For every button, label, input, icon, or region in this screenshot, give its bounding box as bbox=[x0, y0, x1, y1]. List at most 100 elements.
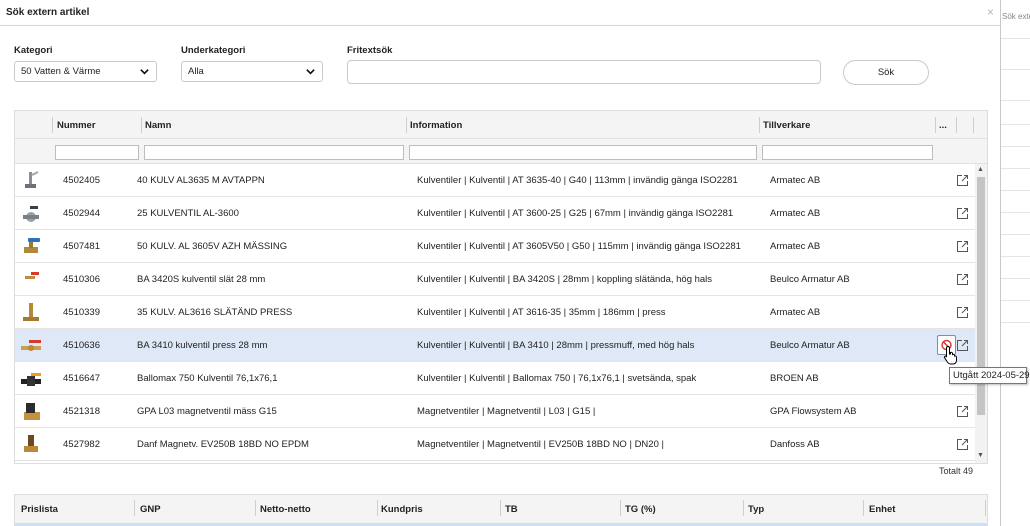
price-table: Prislista GNP Netto-netto Kundpris TB TG… bbox=[14, 494, 988, 526]
table-header: Nummer Namn Information Tillverkare ... bbox=[15, 111, 987, 139]
cell-namn: 50 KULV. AL 3605V AZH MÄSSING bbox=[137, 241, 288, 252]
cell-information: Kulventiler | Kulventil | Ballomax 750 |… bbox=[417, 373, 697, 384]
external-link-icon[interactable] bbox=[956, 174, 969, 187]
table-row[interactable]: 4521318 GPA L03 magnetventil mäss G15 Ma… bbox=[15, 395, 975, 428]
column-divider bbox=[743, 500, 744, 516]
column-divider bbox=[985, 500, 986, 516]
vertical-scrollbar[interactable]: ▲ ▼ bbox=[975, 164, 987, 463]
column-header-more[interactable]: ... bbox=[939, 120, 947, 131]
column-header-namn[interactable]: Namn bbox=[145, 120, 171, 131]
cell-nummer: 4510306 bbox=[63, 274, 100, 285]
column-header-nummer[interactable]: Nummer bbox=[57, 120, 96, 131]
chevron-down-icon bbox=[140, 69, 149, 75]
external-link-icon[interactable] bbox=[956, 240, 969, 253]
filter-nummer-input[interactable] bbox=[55, 145, 139, 160]
column-divider bbox=[52, 117, 53, 133]
cell-information: Kulventiler | Kulventil | AT 3605V50 | G… bbox=[417, 241, 741, 252]
fritext-search-input[interactable] bbox=[347, 60, 821, 84]
expired-tooltip: Utgått 2024-05-29 bbox=[949, 367, 1030, 384]
kategori-select[interactable]: 50 Vatten & Värme bbox=[14, 61, 157, 82]
table-row[interactable]: 4527982 Danf Magnetv. EV250B 18BD NO EPD… bbox=[15, 428, 975, 461]
column-header-tillverkare[interactable]: Tillverkare bbox=[763, 120, 810, 131]
column-divider bbox=[255, 500, 256, 516]
ball-valve-drain-image bbox=[25, 171, 39, 188]
background-divider bbox=[1000, 38, 1030, 39]
table-row[interactable]: 4510339 35 KULV. AL3616 SLÄTÄND PRESS Ku… bbox=[15, 296, 975, 329]
external-link-icon[interactable] bbox=[956, 438, 969, 451]
article-table: Nummer Namn Information Tillverkare ... … bbox=[14, 110, 988, 464]
cell-nummer: 4521318 bbox=[63, 406, 100, 417]
column-header-kundpris[interactable]: Kundpris bbox=[381, 504, 423, 515]
cell-tillverkare: BROEN AB bbox=[770, 373, 819, 384]
column-header-tb[interactable]: TB bbox=[505, 504, 518, 515]
column-header-information[interactable]: Information bbox=[410, 120, 462, 131]
filter-namn-input[interactable] bbox=[144, 145, 404, 160]
search-external-article-dialog: Sök extern artikel × Kategori 50 Vatten … bbox=[0, 0, 1001, 526]
kategori-label: Kategori bbox=[14, 45, 53, 56]
background-window-title: Sök exte bbox=[1002, 12, 1030, 21]
cell-namn: 35 KULV. AL3616 SLÄTÄND PRESS bbox=[137, 307, 293, 318]
column-divider bbox=[141, 117, 142, 133]
scroll-up-icon[interactable]: ▲ bbox=[977, 166, 984, 173]
table-row[interactable]: 4507481 50 KULV. AL 3605V AZH MÄSSING Ku… bbox=[15, 230, 975, 263]
table-row[interactable]: 4502944 25 KULVENTIL AL-3600 Kulventiler… bbox=[15, 197, 975, 230]
background-divider bbox=[1000, 190, 1030, 191]
table-row[interactable]: 4502405 40 KULV AL3635 M AVTAPPN Kulvent… bbox=[15, 164, 975, 197]
close-icon[interactable]: × bbox=[987, 5, 994, 19]
cell-information: Magnetventiler | Magnetventil | EV250B 1… bbox=[417, 439, 664, 450]
column-divider bbox=[620, 500, 621, 516]
cell-tillverkare: GPA Flowsystem AB bbox=[770, 406, 857, 417]
cell-information: Kulventiler | Kulventil | AT 3635-40 | G… bbox=[417, 175, 738, 186]
background-divider bbox=[1000, 146, 1030, 147]
scroll-down-icon[interactable]: ▼ bbox=[977, 452, 984, 459]
cell-namn: GPA L03 magnetventil mäss G15 bbox=[137, 406, 277, 417]
column-header-enhet[interactable]: Enhet bbox=[869, 504, 895, 515]
cell-tillverkare: Armatec AB bbox=[770, 307, 821, 318]
external-link-icon[interactable] bbox=[956, 207, 969, 220]
cell-tillverkare: Danfoss AB bbox=[770, 439, 820, 450]
fritext-label: Fritextsök bbox=[347, 45, 393, 56]
column-header-prislista[interactable]: Prislista bbox=[21, 504, 58, 515]
background-divider bbox=[1000, 100, 1030, 101]
cell-namn: Danf Magnetv. EV250B 18BD NO EPDM bbox=[137, 439, 309, 450]
filter-information-input[interactable] bbox=[409, 145, 757, 160]
column-header-gnp[interactable]: GNP bbox=[140, 504, 161, 515]
cell-information: Kulventiler | Kulventil | BA 3420S | 28m… bbox=[417, 274, 713, 285]
cell-tillverkare: Armatec AB bbox=[770, 175, 821, 186]
column-divider bbox=[973, 117, 974, 133]
underkategori-select[interactable]: Alla bbox=[181, 61, 323, 82]
filter-tillverkare-input[interactable] bbox=[762, 145, 933, 160]
cell-information: Kulventiler | Kulventil | AT 3616-35 | 3… bbox=[417, 307, 666, 318]
cell-tillverkare: Beulco Armatur AB bbox=[770, 274, 850, 285]
column-divider bbox=[500, 500, 501, 516]
ball-valve-red-image bbox=[25, 272, 39, 279]
column-header-tg[interactable]: TG (%) bbox=[625, 504, 656, 515]
search-button[interactable]: Sök bbox=[843, 60, 929, 85]
underkategori-value: Alla bbox=[188, 66, 204, 77]
table-row-selected[interactable]: 4510636 BA 3410 kulventil press 28 mm Ku… bbox=[15, 329, 975, 362]
background-divider bbox=[1000, 322, 1030, 323]
cell-namn: 40 KULV AL3635 M AVTAPPN bbox=[137, 175, 265, 186]
ballomax-valve-image bbox=[21, 373, 41, 386]
ball-valve-image bbox=[23, 206, 39, 222]
column-header-netto-netto[interactable]: Netto-netto bbox=[260, 504, 311, 515]
external-link-icon[interactable] bbox=[956, 405, 969, 418]
cell-nummer: 4527982 bbox=[63, 439, 100, 450]
column-divider bbox=[759, 117, 760, 133]
cell-information: Kulventiler | Kulventil | AT 3600-25 | G… bbox=[417, 208, 734, 219]
external-link-icon[interactable] bbox=[956, 273, 969, 286]
background-divider bbox=[1000, 212, 1030, 213]
background-divider bbox=[1000, 256, 1030, 257]
table-row[interactable]: 4516647 Ballomax 750 Kulventil 76,1x76,1… bbox=[15, 362, 975, 395]
column-divider bbox=[134, 500, 135, 516]
table-row[interactable]: 4510306 BA 3420S kulventil slät 28 mm Ku… bbox=[15, 263, 975, 296]
background-divider bbox=[1000, 234, 1030, 235]
cell-namn: Ballomax 750 Kulventil 76,1x76,1 bbox=[137, 373, 278, 384]
ball-valve-blue-handle-image bbox=[24, 238, 40, 253]
background-divider bbox=[1000, 69, 1030, 70]
cell-nummer: 4510636 bbox=[63, 340, 100, 351]
cell-tillverkare: Armatec AB bbox=[770, 241, 821, 252]
cell-nummer: 4516647 bbox=[63, 373, 100, 384]
column-header-typ[interactable]: Typ bbox=[748, 504, 764, 515]
external-link-icon[interactable] bbox=[956, 306, 969, 319]
